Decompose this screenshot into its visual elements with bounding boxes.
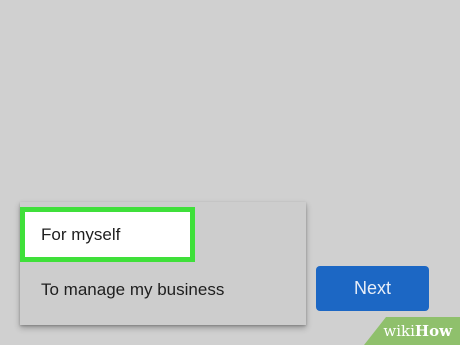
menu-item-for-myself[interactable]: For myself — [20, 207, 195, 262]
screen-background: To manage my business For myself Next wi… — [0, 0, 460, 345]
next-button[interactable]: Next — [316, 266, 429, 311]
wikihow-watermark: wiki How — [364, 317, 460, 345]
watermark-how-text: How — [414, 322, 452, 340]
menu-item-manage-business[interactable]: To manage my business — [20, 264, 306, 316]
watermark-wiki-text: wiki — [383, 322, 415, 340]
